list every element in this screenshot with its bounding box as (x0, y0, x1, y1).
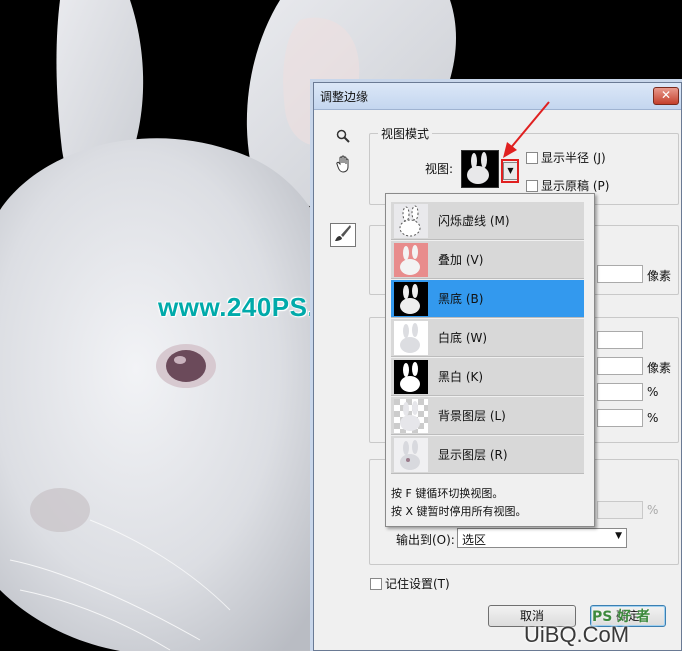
menu-item-reveal-layer[interactable]: 显示图层 (R) (391, 436, 584, 474)
contrast-field[interactable] (597, 383, 643, 401)
menu-item-label: 显示图层 (R) (438, 448, 508, 462)
amount-field (597, 501, 643, 519)
output-to-select[interactable]: 选区 ▼ (457, 528, 627, 548)
radius-unit: 像素 (647, 269, 672, 283)
view-mode-menu: 闪烁虚线 (M) 叠加 (V) 黑底 (B) 白底 (W) 黑白 (K) 背景图… (385, 193, 595, 527)
radius-field[interactable] (597, 265, 643, 283)
menu-item-label: 闪烁虚线 (M) (438, 214, 510, 228)
reveal-layer-thumbnail-icon (394, 437, 428, 472)
menu-item-label: 白底 (W) (438, 331, 488, 345)
checkbox-box[interactable] (370, 577, 382, 590)
amount-unit: % (647, 503, 659, 517)
menu-item-on-white[interactable]: 白底 (W) (391, 319, 584, 357)
hand-tool-icon[interactable] (336, 155, 352, 177)
shift-edge-field[interactable] (597, 409, 643, 427)
feather-unit: 像素 (647, 361, 672, 375)
checkbox-box[interactable] (526, 179, 538, 192)
marching-ants-thumbnail-icon (394, 203, 428, 238)
menu-item-on-black[interactable]: 黑底 (B) (391, 280, 584, 318)
feather-field[interactable] (597, 357, 643, 375)
menu-item-black-white[interactable]: 黑白 (K) (391, 358, 584, 396)
view-thumbnail[interactable] (461, 150, 499, 188)
zoom-tool-icon[interactable] (336, 129, 350, 147)
menu-item-marching-ants[interactable]: 闪烁虚线 (M) (391, 202, 584, 240)
contrast-unit: % (647, 385, 659, 399)
menu-hint-cycle: 按 F 键循环切换视图。 (391, 487, 504, 500)
dialog-title: 调整边缘 (320, 90, 369, 104)
menu-item-label: 黑白 (K) (438, 370, 484, 384)
remember-settings-checkbox[interactable]: 记住设置(T) (370, 575, 450, 592)
menu-item-label: 叠加 (V) (438, 253, 484, 267)
smooth-field[interactable] (597, 331, 643, 349)
menu-item-overlay[interactable]: 叠加 (V) (391, 241, 584, 279)
chevron-down-icon: ▼ (615, 531, 622, 541)
uibq-watermark: UiBQ.CoM (524, 622, 630, 647)
shift-edge-unit: % (647, 411, 659, 425)
output-to-label: 输出到(O): (396, 533, 455, 547)
black-white-thumbnail-icon (394, 359, 428, 394)
menu-item-label: 黑底 (B) (438, 292, 484, 306)
view-label: 视图: (425, 162, 454, 176)
menu-item-label: 背景图层 (L) (438, 409, 506, 423)
show-original-label: 显示原稿 (P) (541, 179, 610, 193)
view-mode-group-title: 视图模式 (381, 127, 430, 141)
show-original-checkbox[interactable]: 显示原稿 (P) (526, 177, 609, 194)
close-button[interactable]: ✕ (653, 87, 679, 105)
on-black-thumbnail-icon (394, 281, 428, 316)
overlay-thumbnail-icon (394, 242, 428, 277)
refine-radius-brush-icon[interactable] (330, 223, 356, 247)
menu-item-on-layers[interactable]: 背景图层 (L) (391, 397, 584, 435)
on-layers-thumbnail-icon (394, 398, 428, 433)
remember-settings-label: 记住设置(T) (385, 577, 450, 591)
menu-hint-disable: 按 X 键暂时停用所有视图。 (391, 505, 527, 518)
output-to-value: 选区 (462, 533, 487, 547)
red-arrow-annotation-icon (503, 101, 550, 158)
on-white-thumbnail-icon (394, 320, 428, 355)
